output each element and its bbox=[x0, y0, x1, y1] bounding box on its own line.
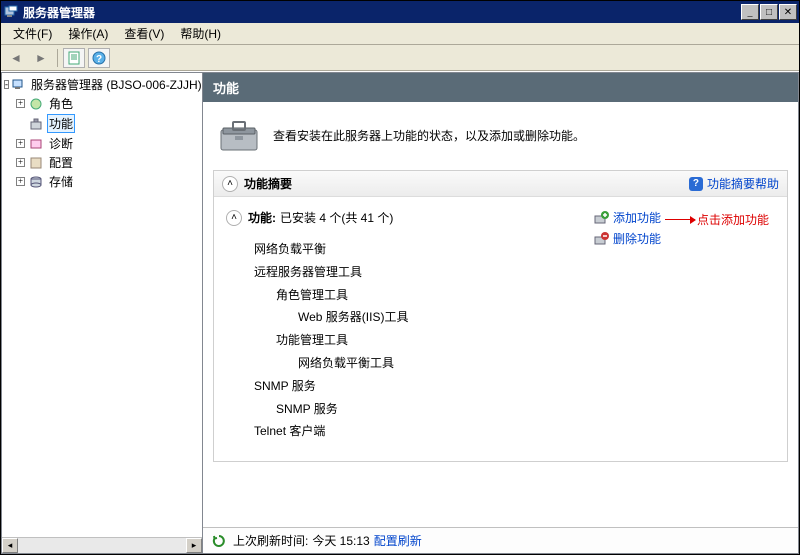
tree-diagnostics-label: 诊断 bbox=[47, 135, 75, 152]
remove-icon bbox=[593, 231, 609, 247]
help-toolbar-button[interactable]: ? bbox=[88, 48, 110, 68]
annotation-text: 点击添加功能 bbox=[697, 211, 769, 228]
chevron-up-icon[interactable]: ˄ bbox=[226, 210, 242, 226]
expand-icon[interactable]: + bbox=[16, 99, 25, 108]
navigation-tree: - 服务器管理器 (BJSO-006-ZJJH) + 角色 bbox=[1, 72, 203, 554]
expand-icon[interactable]: + bbox=[16, 139, 25, 148]
remove-feature-label: 删除功能 bbox=[613, 230, 661, 247]
intro-text: 查看安装在此服务器上功能的状态，以及添加或删除功能。 bbox=[273, 127, 585, 144]
features-list: 网络负载平衡 远程服务器管理工具 角色管理工具 Web 服务器(IIS)工具 功… bbox=[226, 238, 585, 443]
summary-title: 功能摘要 bbox=[244, 175, 689, 192]
help-icon: ? bbox=[689, 177, 703, 191]
title-bar: 服务器管理器 _ □ ✕ bbox=[1, 1, 799, 23]
tree-configuration-label: 配置 bbox=[47, 154, 75, 171]
arrow-icon bbox=[665, 219, 695, 220]
menu-file[interactable]: 文件(F) bbox=[5, 23, 60, 44]
status-bar: 上次刷新时间: 今天 15:13 配置刷新 bbox=[203, 527, 798, 553]
main-window: 服务器管理器 _ □ ✕ 文件(F) 操作(A) 查看(V) 帮助(H) ◄ ►… bbox=[0, 0, 800, 555]
tree-configuration[interactable]: + 配置 bbox=[2, 153, 202, 172]
tree-storage[interactable]: + 存储 bbox=[2, 172, 202, 191]
summary-body: ˄ 功能: 已安装 4 个(共 41 个) 网络负载平衡 远程服务器管理工具 角… bbox=[214, 197, 787, 461]
properties-button[interactable] bbox=[63, 48, 85, 68]
diagnostics-icon bbox=[28, 136, 44, 152]
forward-button[interactable]: ► bbox=[30, 48, 52, 68]
minimize-button[interactable]: _ bbox=[741, 4, 759, 20]
list-item: Web 服务器(IIS)工具 bbox=[254, 306, 585, 329]
list-item: SNMP 服务 bbox=[254, 398, 585, 421]
list-item: 角色管理工具 bbox=[254, 284, 585, 307]
scroll-track[interactable] bbox=[18, 538, 186, 553]
menu-action[interactable]: 操作(A) bbox=[60, 23, 116, 44]
back-button[interactable]: ◄ bbox=[5, 48, 27, 68]
summary-help-label: 功能摘要帮助 bbox=[707, 175, 779, 192]
tree-root[interactable]: - 服务器管理器 (BJSO-006-ZJJH) bbox=[2, 75, 202, 94]
tree-features[interactable]: 功能 bbox=[2, 113, 202, 134]
actions-column: 添加功能 点击添加功能 删 bbox=[585, 209, 775, 443]
add-feature-row: 添加功能 点击添加功能 bbox=[593, 209, 775, 230]
menu-bar: 文件(F) 操作(A) 查看(V) 帮助(H) bbox=[1, 23, 799, 45]
features-label: 功能: bbox=[248, 209, 276, 226]
add-icon bbox=[593, 210, 609, 226]
list-item: 远程服务器管理工具 bbox=[254, 261, 585, 284]
annotation: 点击添加功能 bbox=[663, 211, 769, 228]
add-feature-link[interactable]: 添加功能 bbox=[593, 209, 661, 226]
list-item: 功能管理工具 bbox=[254, 329, 585, 352]
main-split: - 服务器管理器 (BJSO-006-ZJJH) + 角色 bbox=[1, 71, 799, 554]
list-item: 网络负载平衡 bbox=[254, 238, 585, 261]
last-refresh-time: 今天 15:13 bbox=[312, 532, 369, 549]
chevron-up-icon[interactable]: ˄ bbox=[222, 176, 238, 192]
window-title: 服务器管理器 bbox=[23, 4, 740, 21]
tree-features-label: 功能 bbox=[47, 114, 75, 133]
intro-section: 查看安装在此服务器上功能的状态，以及添加或删除功能。 bbox=[217, 116, 784, 154]
list-item: Telnet 客户端 bbox=[254, 420, 585, 443]
storage-icon bbox=[28, 174, 44, 190]
list-item: 网络负载平衡工具 bbox=[254, 352, 585, 375]
menu-view[interactable]: 查看(V) bbox=[116, 23, 172, 44]
svg-text:?: ? bbox=[96, 54, 102, 65]
tree-roles-label: 角色 bbox=[47, 95, 75, 112]
remove-feature-link[interactable]: 删除功能 bbox=[593, 230, 775, 247]
content-header: 功能 bbox=[203, 73, 798, 102]
refresh-icon bbox=[211, 533, 227, 549]
server-manager-icon bbox=[12, 77, 26, 93]
horizontal-scrollbar[interactable]: ◂ ▸ bbox=[2, 537, 202, 553]
app-icon bbox=[3, 4, 19, 20]
last-refresh-label: 上次刷新时间: bbox=[233, 532, 308, 549]
tree-root-label: 服务器管理器 (BJSO-006-ZJJH) bbox=[29, 76, 203, 93]
menu-help[interactable]: 帮助(H) bbox=[172, 23, 229, 44]
scroll-right-icon[interactable]: ▸ bbox=[186, 538, 202, 553]
installed-count: 已安装 4 个(共 41 个) bbox=[280, 209, 393, 226]
toolbox-icon bbox=[217, 116, 261, 154]
summary-header: ˄ 功能摘要 ? 功能摘要帮助 bbox=[214, 171, 787, 197]
summary-panel: ˄ 功能摘要 ? 功能摘要帮助 ˄ 功能: 已安装 4 个(共 41 个 bbox=[213, 170, 788, 462]
features-heading: ˄ 功能: 已安装 4 个(共 41 个) bbox=[226, 209, 585, 226]
collapse-icon[interactable]: - bbox=[4, 80, 9, 89]
separator bbox=[57, 49, 58, 67]
window-controls: _ □ ✕ bbox=[740, 4, 797, 20]
configuration-icon bbox=[28, 155, 44, 171]
roles-icon bbox=[28, 96, 44, 112]
expand-icon[interactable]: + bbox=[16, 158, 25, 167]
tree-roles[interactable]: + 角色 bbox=[2, 94, 202, 113]
add-feature-label: 添加功能 bbox=[613, 209, 661, 226]
content-body: 查看安装在此服务器上功能的状态，以及添加或删除功能。 ˄ 功能摘要 ? 功能摘要… bbox=[203, 102, 798, 527]
content-pane: 功能 查看安装在此服务器上功能的状态，以及添加或删除功能。 bbox=[203, 72, 799, 554]
tool-bar: ◄ ► ? bbox=[1, 45, 799, 71]
list-item: SNMP 服务 bbox=[254, 375, 585, 398]
features-icon bbox=[28, 116, 44, 132]
summary-help-link[interactable]: ? 功能摘要帮助 bbox=[689, 175, 779, 192]
config-refresh-link[interactable]: 配置刷新 bbox=[374, 532, 422, 549]
expand-icon[interactable]: + bbox=[16, 177, 25, 186]
maximize-button[interactable]: □ bbox=[760, 4, 778, 20]
tree-storage-label: 存储 bbox=[47, 173, 75, 190]
scroll-left-icon[interactable]: ◂ bbox=[2, 538, 18, 553]
close-button[interactable]: ✕ bbox=[779, 4, 797, 20]
tree-diagnostics[interactable]: + 诊断 bbox=[2, 134, 202, 153]
tree-content: - 服务器管理器 (BJSO-006-ZJJH) + 角色 bbox=[2, 73, 202, 537]
features-column: ˄ 功能: 已安装 4 个(共 41 个) 网络负载平衡 远程服务器管理工具 角… bbox=[226, 209, 585, 443]
